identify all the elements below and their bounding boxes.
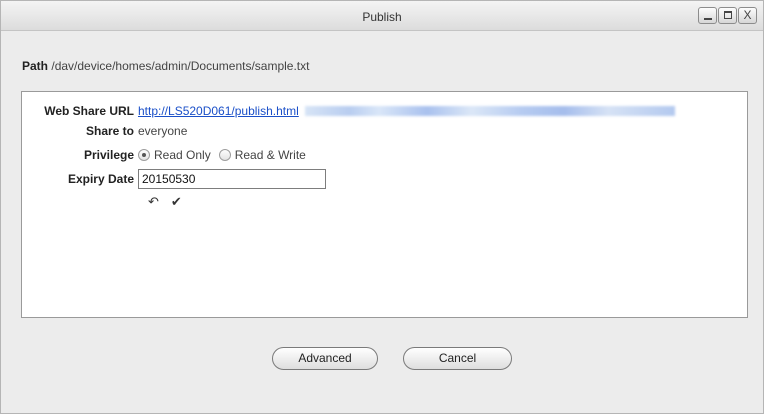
expiry-date-input[interactable] bbox=[138, 169, 326, 189]
read-write-label[interactable]: Read & Write bbox=[235, 148, 306, 162]
window-title: Publish bbox=[362, 10, 402, 24]
maximize-button[interactable] bbox=[718, 7, 737, 24]
title-bar[interactable]: Publish X bbox=[1, 1, 763, 31]
share-to-row: Share to everyone bbox=[22, 124, 187, 138]
close-button[interactable]: X bbox=[738, 7, 757, 24]
close-icon: X bbox=[743, 8, 752, 22]
redacted-url-token bbox=[304, 106, 675, 116]
path-value: /dav/device/homes/admin/Documents/sample… bbox=[51, 59, 310, 73]
path-row: Path /dav/device/homes/admin/Documents/s… bbox=[22, 59, 309, 73]
expiry-actions: ↶ ✔ bbox=[148, 195, 182, 208]
read-write-radio[interactable] bbox=[218, 149, 231, 161]
web-share-url-link[interactable]: http://LS520D061/publish.html bbox=[138, 104, 299, 118]
maximize-icon bbox=[724, 11, 732, 19]
expiry-date-row: Expiry Date bbox=[22, 169, 326, 189]
advanced-button[interactable]: Advanced bbox=[272, 347, 378, 370]
read-only-label[interactable]: Read Only bbox=[154, 148, 211, 162]
publish-dialog: Publish X Path /dav/device/homes/admin/D… bbox=[0, 0, 764, 414]
share-settings-panel: Web Share URL http://LS520D061/publish.h… bbox=[21, 91, 748, 318]
minimize-icon bbox=[704, 18, 712, 20]
privilege-row: Privilege Read Only Read & Write bbox=[22, 148, 314, 162]
share-to-value: everyone bbox=[138, 124, 188, 138]
path-label: Path bbox=[22, 59, 49, 73]
web-share-url-row: Web Share URL http://LS520D061/publish.h… bbox=[22, 104, 675, 118]
undo-arrow-icon[interactable]: ↶ bbox=[148, 195, 159, 208]
web-share-url-label: Web Share URL bbox=[44, 104, 134, 118]
cancel-button[interactable]: Cancel bbox=[403, 347, 512, 370]
read-only-radio[interactable] bbox=[138, 149, 150, 161]
checkmark-icon[interactable]: ✔ bbox=[171, 195, 182, 208]
window-controls: X bbox=[698, 7, 757, 24]
minimize-button[interactable] bbox=[698, 7, 717, 24]
share-to-label: Share to bbox=[85, 124, 134, 138]
expiry-date-label: Expiry Date bbox=[67, 172, 134, 186]
privilege-label: Privilege bbox=[83, 148, 134, 162]
